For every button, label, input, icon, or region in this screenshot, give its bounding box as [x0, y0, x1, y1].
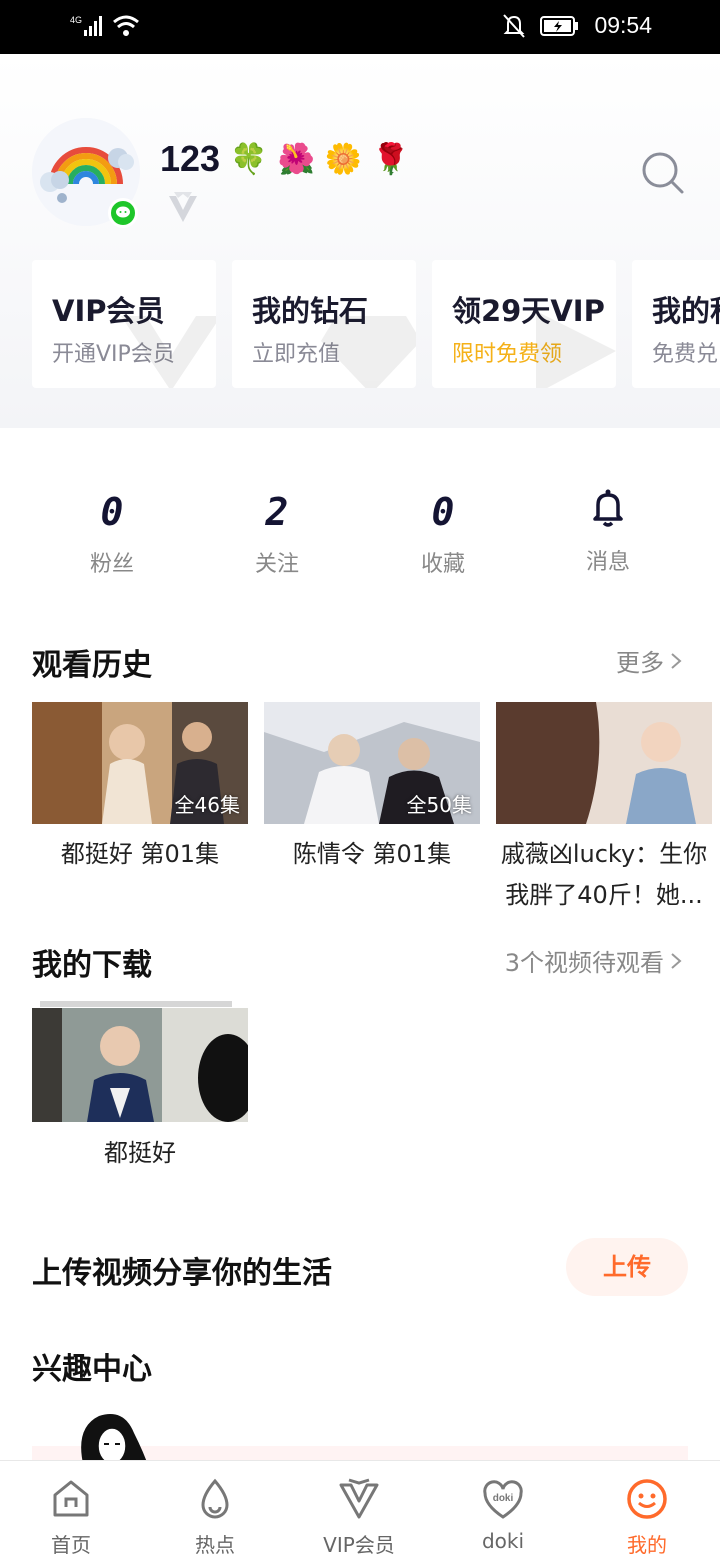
- svg-text:4G: 4G: [70, 15, 82, 25]
- vip-icon: [339, 1478, 379, 1519]
- tab-label: VIP会员: [323, 1533, 395, 1557]
- battery-icon: [540, 15, 579, 36]
- tab-hot[interactable]: 热点: [160, 1477, 270, 1558]
- wifi-icon: [113, 15, 139, 36]
- video-thumbnail-image: [32, 1008, 248, 1122]
- tab-mine[interactable]: 我的: [592, 1477, 702, 1558]
- vip-level-icon[interactable]: [166, 190, 200, 226]
- tab-home[interactable]: 首页: [16, 1477, 126, 1558]
- history-more-link[interactable]: 更多: [616, 643, 682, 678]
- history-thumb-2[interactable]: 全50集: [264, 702, 480, 824]
- tab-label: 首页: [51, 1533, 91, 1557]
- tab-doki[interactable]: doki doki: [448, 1477, 558, 1553]
- interest-title: 兴趣中心: [32, 1352, 152, 1387]
- stat-following[interactable]: 2 关注: [217, 490, 337, 578]
- username[interactable]: 123 🍀 🌺 🌼 🌹: [160, 138, 410, 180]
- status-left: 4G: [70, 14, 140, 38]
- search-icon[interactable]: [640, 150, 686, 196]
- stat-label: 关注: [254, 552, 299, 577]
- stat-favorites[interactable]: 0 收藏: [383, 490, 503, 578]
- bell-icon: [593, 489, 623, 527]
- smiley-icon: [627, 1479, 667, 1519]
- tab-vip[interactable]: VIP会员: [304, 1477, 414, 1558]
- stats-row: 0 粉丝 2 关注 0 收藏 消息: [0, 489, 720, 580]
- stat-value: 2: [265, 490, 289, 534]
- tab-label: 我的: [627, 1533, 667, 1557]
- status-time: 09:54: [594, 12, 652, 38]
- chevron-right-icon: [671, 652, 682, 669]
- doki-heart-icon: doki: [483, 1480, 523, 1519]
- emoji-hibiscus: 🌺: [277, 142, 315, 176]
- download-title-1[interactable]: 都挺好: [25, 1133, 255, 1174]
- emoji-blossom: 🌼: [324, 142, 363, 176]
- history-title-3-line2: 我胖了40斤！她...: [505, 881, 703, 909]
- history-title-3-line1: 戚薇凶lucky：生你: [500, 840, 708, 868]
- status-right: 09:54: [502, 12, 652, 39]
- upload-title: 上传视频分享你的生活: [32, 1256, 332, 1291]
- stat-messages[interactable]: 消息: [548, 489, 668, 576]
- flame-icon: [201, 1478, 229, 1519]
- episode-badge: 全46集: [174, 793, 240, 817]
- history-thumb-1[interactable]: 全46集: [32, 702, 248, 824]
- downloads-pending-link[interactable]: 3个视频待观看: [505, 943, 682, 978]
- vip-watermark-icon: [121, 316, 216, 388]
- status-bar: 4G 09:54: [0, 0, 720, 54]
- bottom-tab-bar: 首页 热点 VIP会员 doki doki 我的: [0, 1460, 720, 1560]
- card-title: 我的积: [652, 294, 720, 328]
- stat-label: 收藏: [420, 552, 465, 577]
- emoji-rose: 🌹: [372, 142, 410, 176]
- history-more-label: 更多: [616, 649, 664, 677]
- upload-button[interactable]: 上传: [566, 1238, 688, 1296]
- stat-value: 0: [100, 490, 124, 534]
- play-watermark-icon: [536, 311, 616, 388]
- svg-text:doki: doki: [493, 1493, 514, 1504]
- download-stack-edge: [40, 1001, 232, 1007]
- history-title: 观看历史: [32, 648, 152, 683]
- username-text: 123: [160, 138, 221, 179]
- benefit-cards: VIP会员 开通VIP会员 我的钻石 立即充值 领29天VIP 限时免费领 我的…: [32, 260, 720, 388]
- bell-wrapper: [548, 489, 668, 538]
- history-title-1[interactable]: 都挺好 第01集: [25, 834, 255, 875]
- history-thumb-3[interactable]: [496, 702, 712, 824]
- download-thumb-1[interactable]: [32, 1008, 248, 1122]
- episode-badge: 全50集: [406, 793, 472, 817]
- downloads-pending-label: 3个视频待观看: [504, 949, 664, 977]
- card-diamond[interactable]: 我的钻石 立即充值: [232, 260, 416, 388]
- wechat-icon: [116, 206, 130, 218]
- stat-label: 粉丝: [89, 552, 134, 577]
- stat-fans[interactable]: 0 粉丝: [52, 490, 172, 578]
- mute-bell-icon: [503, 13, 526, 38]
- card-vip-member[interactable]: VIP会员 开通VIP会员: [32, 260, 216, 388]
- card-points[interactable]: 我的积 免费兑: [632, 260, 720, 388]
- wechat-badge: [108, 198, 138, 228]
- diamond-watermark-icon: [321, 316, 416, 388]
- card-subtitle: 免费兑: [652, 342, 719, 367]
- signal-icon: 4G: [70, 15, 102, 36]
- tab-label: 热点: [195, 1533, 235, 1557]
- emoji-clover: 🍀: [230, 142, 268, 176]
- manga-character-image: [81, 1414, 149, 1468]
- history-title-3[interactable]: 戚薇凶lucky：生你 我胖了40斤！她...: [492, 834, 716, 916]
- video-thumbnail-image: [496, 702, 712, 824]
- tab-label: doki: [481, 1529, 525, 1553]
- downloads-title: 我的下载: [32, 948, 152, 983]
- history-title-2[interactable]: 陈情令 第01集: [257, 834, 487, 875]
- stat-value: 0: [431, 490, 455, 534]
- card-free-vip[interactable]: 领29天VIP 限时免费领: [432, 260, 616, 388]
- home-icon: [53, 1480, 89, 1517]
- stat-label: 消息: [585, 550, 630, 575]
- chevron-right-icon: [671, 952, 682, 969]
